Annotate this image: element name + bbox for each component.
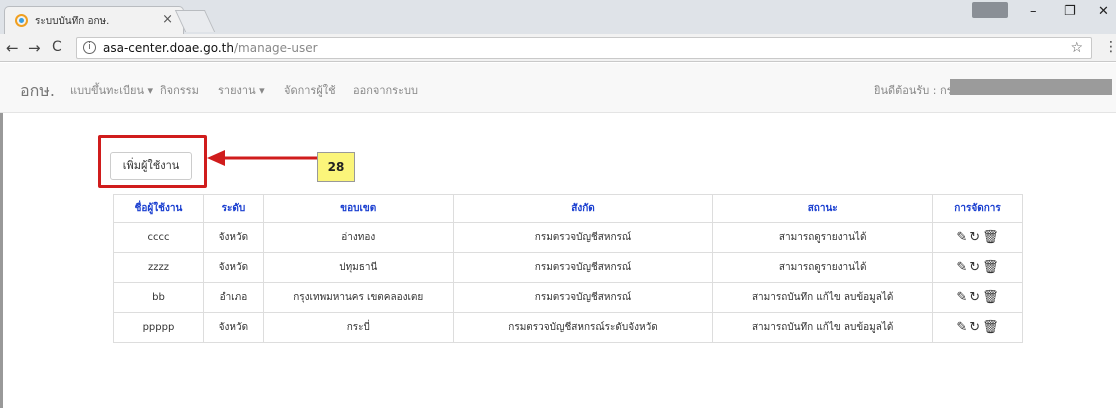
brand-logo-text[interactable]: อกษ. <box>20 79 55 104</box>
redacted-username <box>950 79 1112 95</box>
header-username: ชื่อผู้ใช้งาน <box>113 194 204 223</box>
nav-registration-dropdown[interactable]: แบบขึ้นทะเบียน ▾ <box>70 81 153 99</box>
refresh-icon[interactable]: ↻ <box>969 290 980 305</box>
nav-reports-dropdown[interactable]: รายงาน ▾ <box>218 81 265 99</box>
cell-status: สามารถบันทึก แก้ไข ลบข้อมูลได้ <box>712 282 934 313</box>
url-field[interactable]: i asa-center.doae.go.th/manage-user ☆ <box>76 37 1092 59</box>
cell-actions: ✎ ↻ 🗑 <box>932 252 1023 283</box>
refresh-icon[interactable]: ↻ <box>969 260 980 275</box>
cell-actions: ✎ ↻ 🗑 <box>932 222 1023 253</box>
cell-status: สามารถบันทึก แก้ไข ลบข้อมูลได้ <box>712 312 934 343</box>
reload-icon[interactable]: C <box>52 39 62 55</box>
address-bar: ← → C i asa-center.doae.go.th/manage-use… <box>0 34 1116 62</box>
edit-icon[interactable]: ✎ <box>956 230 967 245</box>
profile-button[interactable] <box>972 2 1008 18</box>
header-affiliation: สังกัด <box>452 194 714 223</box>
delete-icon[interactable]: 🗑 <box>982 290 999 305</box>
site-info-icon[interactable]: i <box>83 41 96 54</box>
header-actions: การจัดการ <box>932 194 1023 223</box>
tab-close-icon[interactable]: × <box>162 12 173 27</box>
delete-icon[interactable]: 🗑 <box>982 230 999 245</box>
cell-level: อำเภอ <box>202 282 264 313</box>
cell-username: bb <box>113 282 204 313</box>
url-host: asa-center.doae.go.th <box>103 41 234 55</box>
bookmark-star-icon[interactable]: ☆ <box>1070 40 1083 56</box>
cell-username: zzzz <box>113 252 204 283</box>
browser-tab-bar: ระบบบันทึก อกษ. × – ❐ ✕ <box>0 0 1116 34</box>
cell-level: จังหวัด <box>202 222 264 253</box>
table-row: cccc จังหวัด อ่างทอง กรมตรวจบัญชีสหกรณ์ … <box>113 222 1023 253</box>
browser-tab[interactable]: ระบบบันทึก อกษ. × <box>4 6 184 34</box>
app-navbar: อกษ. แบบขึ้นทะเบียน ▾ กิจกรรม รายงาน ▾ จ… <box>0 63 1116 113</box>
welcome-text: ยินดีต้อนรับ : กรม <box>874 84 960 97</box>
nav-activities[interactable]: กิจกรรม <box>160 81 199 99</box>
cell-username: ppppp <box>113 312 204 343</box>
edit-icon[interactable]: ✎ <box>956 290 967 305</box>
header-scope: ขอบเขต <box>262 194 454 223</box>
cell-status: สามารถดูรายงานได้ <box>712 252 934 283</box>
url-path: /manage-user <box>234 41 318 55</box>
tab-title: ระบบบันทึก อกษ. <box>35 16 110 27</box>
cell-affiliation: กรมตรวจบัญชีสหกรณ์ระดับจังหวัด <box>452 312 714 343</box>
cell-status: สามารถดูรายงานได้ <box>712 222 934 253</box>
cell-affiliation: กรมตรวจบัญชีสหกรณ์ <box>452 252 714 283</box>
annotation-arrow-icon <box>207 150 317 166</box>
cell-actions: ✎ ↻ 🗑 <box>932 282 1023 313</box>
cell-username: cccc <box>113 222 204 253</box>
table-row: zzzz จังหวัด ปทุมธานี กรมตรวจบัญชีสหกรณ์… <box>113 252 1023 283</box>
cell-affiliation: กรมตรวจบัญชีสหกรณ์ <box>452 282 714 313</box>
cell-actions: ✎ ↻ 🗑 <box>932 312 1023 343</box>
refresh-icon[interactable]: ↻ <box>969 320 980 335</box>
highlight-box <box>98 135 207 188</box>
table-row: bb อำเภอ กรุงเทพมหานคร เขตคลองเตย กรมตรว… <box>113 282 1023 313</box>
table-row: ppppp จังหวัด กระบี่ กรมตรวจบัญชีสหกรณ์ร… <box>113 312 1023 343</box>
minimize-icon[interactable]: – <box>1030 4 1037 19</box>
cell-scope: กระบี่ <box>262 312 454 343</box>
cell-level: จังหวัด <box>202 252 264 283</box>
window-close-icon[interactable]: ✕ <box>1098 4 1109 19</box>
header-level: ระดับ <box>202 194 264 223</box>
step-callout: 28 <box>317 152 355 182</box>
nav-logout[interactable]: ออกจากระบบ <box>353 81 418 99</box>
url-text: asa-center.doae.go.th/manage-user <box>103 41 318 55</box>
delete-icon[interactable]: 🗑 <box>982 260 999 275</box>
cell-level: จังหวัด <box>202 312 264 343</box>
cell-scope: กรุงเทพมหานคร เขตคลองเตย <box>262 282 454 313</box>
cell-scope: ปทุมธานี <box>262 252 454 283</box>
cell-scope: อ่างทอง <box>262 222 454 253</box>
delete-icon[interactable]: 🗑 <box>982 320 999 335</box>
header-status: สถานะ <box>712 194 934 223</box>
nav-manage-users[interactable]: จัดการผู้ใช้ <box>284 81 336 99</box>
edit-icon[interactable]: ✎ <box>956 320 967 335</box>
users-table: ชื่อผู้ใช้งาน ระดับ ขอบเขต สังกัด สถานะ … <box>113 194 1023 343</box>
cell-affiliation: กรมตรวจบัญชีสหกรณ์ <box>452 222 714 253</box>
browser-menu-icon[interactable]: ⋮ <box>1104 39 1116 55</box>
forward-icon[interactable]: → <box>28 39 41 57</box>
restore-icon[interactable]: ❐ <box>1064 4 1076 19</box>
table-header-row: ชื่อผู้ใช้งาน ระดับ ขอบเขต สังกัด สถานะ … <box>113 194 1023 223</box>
back-icon[interactable]: ← <box>6 39 19 57</box>
edit-icon[interactable]: ✎ <box>956 260 967 275</box>
refresh-icon[interactable]: ↻ <box>969 230 980 245</box>
window-edge <box>0 113 3 408</box>
site-favicon-icon <box>15 14 28 27</box>
